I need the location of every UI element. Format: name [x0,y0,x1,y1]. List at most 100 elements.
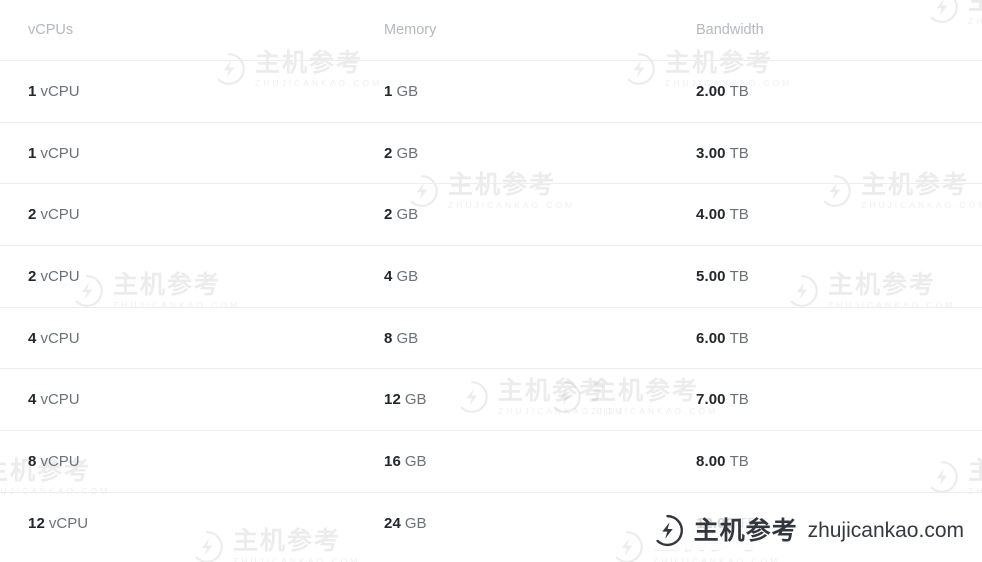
table-row[interactable]: 4vCPU8GB6.00TB180GB$48.00/mo$0.071/hr [0,306,982,369]
cell-hourly-price: $0.071/hr [814,306,982,369]
table-row[interactable]: 8vCPU16GB8.00TB350GB$96.00/mo$0.143/hr [0,430,982,493]
cell-bandwidth: 2.00 TB [348,60,749,123]
cell-unit: vCPU [40,144,80,162]
cell-value: 1 [28,82,37,100]
cell-unit: GB [396,144,419,162]
cell-storage: 180GB [504,306,658,369]
table-row[interactable]: 1vCPU2GB3.00TB50GB$12.00/mo$0.018/hr [0,121,982,184]
cell-hourly-price: $0.027/hr [814,183,982,246]
cell-unit: vCPU [40,82,80,100]
cell-unit: GB [396,206,419,224]
cell-unit: TB [729,452,749,470]
cell-storage: 260GB [504,368,658,431]
cell-vcpus: 2 vCPU [0,245,192,308]
cell-unit: vCPU [40,267,80,285]
cell-hourly-price: $0.009/hr [814,60,982,123]
cell-unit: vCPU [40,206,80,224]
column-header-hourly-price[interactable]: Hourly Price [814,0,982,61]
cell-hourly-price: $0.143/hr [814,430,982,493]
cell-vcpus: 2 vCPU [0,183,192,246]
cell-value: 12 [28,514,45,532]
table-row[interactable]: 2vCPU2GB4.00TB60GB$18.00/mo$0.027/hr [0,183,982,246]
cell-memory: 12 GB [192,368,427,431]
cell-value: 12.00 [696,514,735,532]
pricing-table: vCPUs Memory Bandwidth Storage [0,0,982,554]
cell-vcpus: 8 vCPU [0,430,192,493]
cell-value: 1 [28,144,37,162]
table-body: 1vCPU1GB2.00TB25GB$6.00/mo$0.009/hr1vCPU… [0,60,982,554]
cell-unit: TB [729,391,749,409]
cell-value: 8 [28,452,37,470]
column-header-storage[interactable]: Storage [504,0,658,61]
cell-unit: vCPU [40,452,80,470]
table-header: vCPUs Memory Bandwidth Storage [0,0,982,61]
cell-value: 2 [384,206,393,224]
cell-value: 5.00 [696,267,726,285]
cell-memory: 1 GB [192,60,418,123]
cell-unit: GB [396,82,419,100]
cell-value: 12 [384,391,401,409]
cell-vcpus: 4 vCPU [0,306,192,369]
cell-vcpus: 1 vCPU [0,60,192,123]
cell-memory: 2 GB [192,121,418,184]
column-header-label: vCPUs [28,22,74,38]
table-row[interactable]: 1vCPU1GB2.00TB25GB$6.00/mo$0.009/hr [0,60,982,123]
cell-unit: TB [729,144,749,162]
cell-unit: GB [396,267,419,285]
cell-storage: 500GB [504,491,658,554]
cell-value: 2 [28,206,37,224]
column-header-vcpus[interactable]: vCPUs [0,0,192,61]
cell-storage: 50GB [504,121,658,184]
cell-value: 8.00 [696,452,726,470]
cell-vcpus: 12 vCPU [0,491,192,554]
cell-storage: 350GB [504,430,658,493]
cell-value: 2 [384,144,393,162]
cell-memory: 8 GB [192,306,418,369]
cell-value: 4 [28,329,37,347]
cell-bandwidth: 3.00 TB [348,121,749,184]
cell-storage: 60GB [504,183,658,246]
table-row[interactable]: 4vCPU12GB7.00TB260GB$72.00/mo$0.107/hr [0,368,982,431]
pricing-table-container: vCPUs Memory Bandwidth Storage [0,0,982,562]
cell-storage: 25GB [504,60,658,123]
cell-unit: TB [729,267,749,285]
table-row[interactable]: 2vCPU4GB5.00TB100GB$24.00/mo$0.036/hr [0,245,982,308]
cell-unit: TB [738,514,758,532]
cell-unit: TB [729,206,749,224]
cell-value: 16 [384,452,401,470]
cell-unit: vCPU [40,329,80,347]
column-header-memory[interactable]: Memory [192,0,436,61]
cell-value: 8 [384,329,393,347]
cell-unit: GB [404,514,427,532]
cell-hourly-price [814,491,982,554]
cell-unit: vCPU [48,514,89,532]
cell-hourly-price: $0.107/hr [814,368,982,431]
cell-bandwidth: 5.00 TB [348,245,749,308]
cell-hourly-price: $0.036/hr [814,245,982,308]
cell-unit: TB [729,329,749,347]
cell-value: 3.00 [696,144,726,162]
cell-value: 1 [384,82,393,100]
cell-bandwidth: 6.00 TB [348,306,749,369]
cell-storage: 100GB [504,245,658,308]
cell-memory: 2 GB [192,183,418,246]
column-header-label: Bandwidth [696,22,764,38]
table-row[interactable]: 12vCPU24GB12.00TB500GB$14 [0,491,982,554]
cell-unit: GB [404,452,427,470]
cell-vcpus: 1 vCPU [0,121,192,184]
cell-value: 24 [384,514,401,532]
cell-value: 7.00 [696,391,726,409]
cell-value: 4 [384,267,393,285]
cell-hourly-price: $0.018/hr [814,121,982,184]
cell-value: 2.00 [696,82,726,100]
cell-unit: GB [396,329,419,347]
cell-value: 4 [28,391,37,409]
cell-memory: 24 GB [192,491,427,554]
cell-value: 4.00 [696,206,726,224]
cell-unit: TB [729,82,749,100]
cell-memory: 16 GB [192,430,427,493]
cell-unit: GB [404,391,427,409]
table-header-row: vCPUs Memory Bandwidth Storage [0,0,982,61]
cell-unit: vCPU [40,391,80,409]
cell-bandwidth: 4.00 TB [348,183,749,246]
